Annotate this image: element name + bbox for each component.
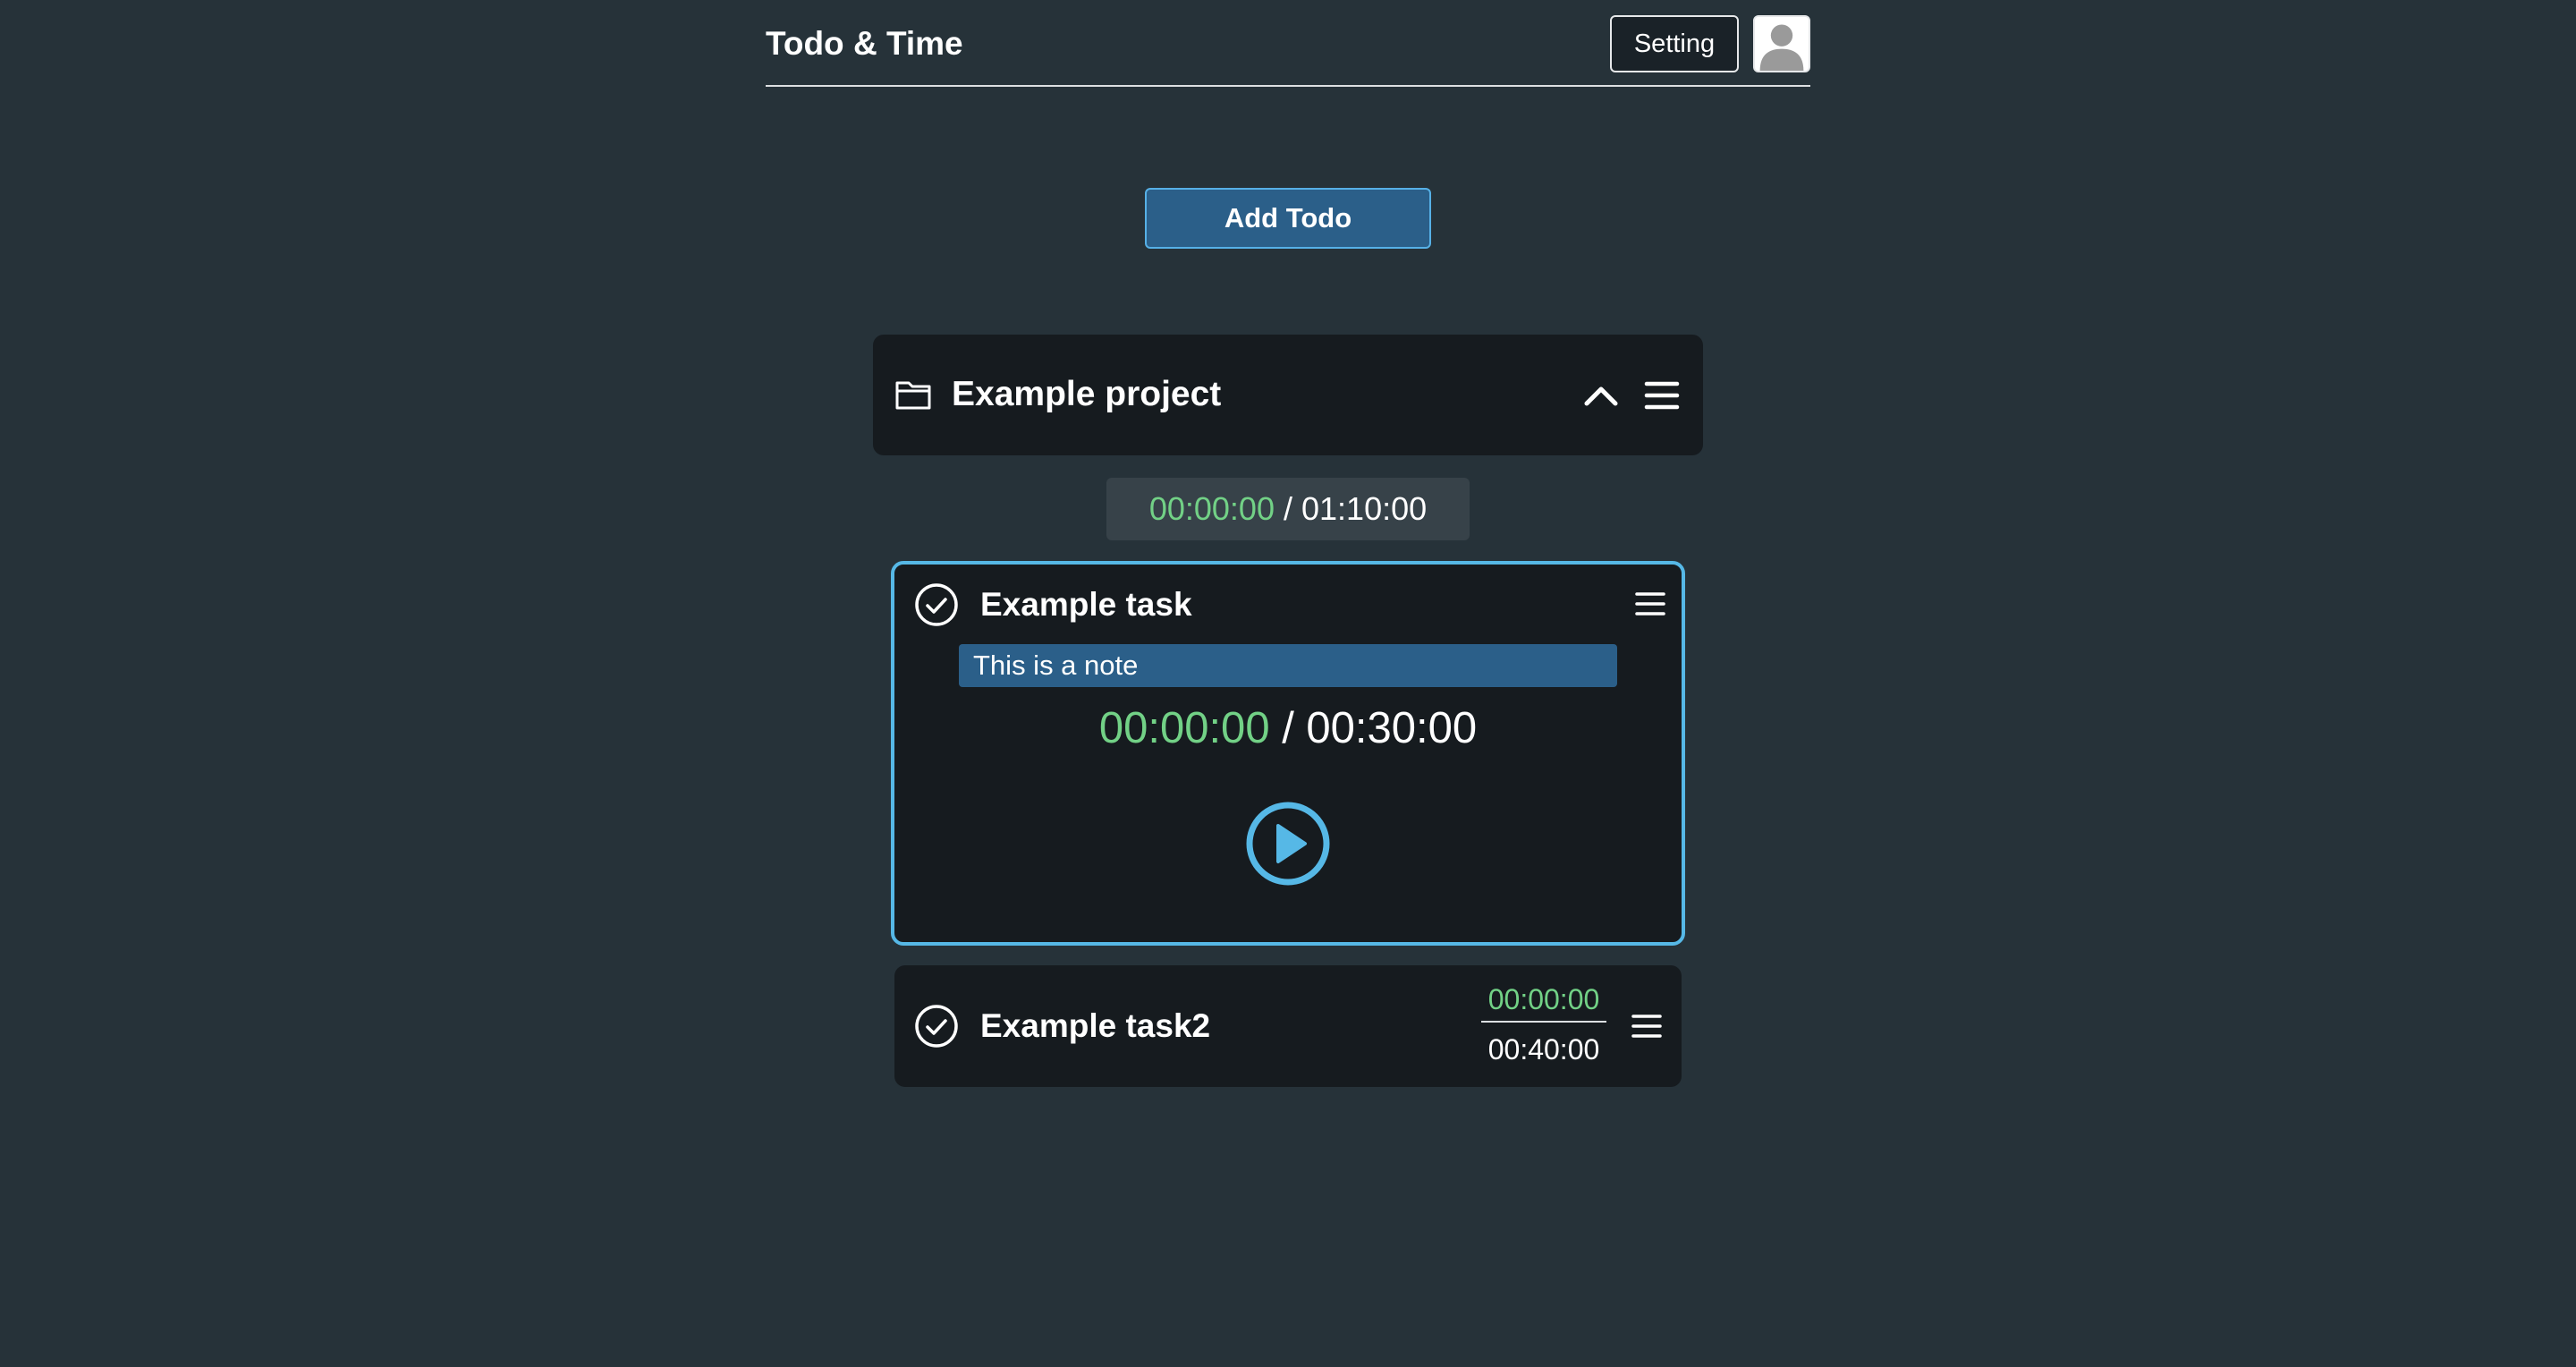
project-time: 00:00:00 / 01:10:00 xyxy=(1106,478,1470,540)
task-title: Example task2 xyxy=(980,1007,1211,1044)
task-card[interactable]: Example task2 00:00:00 00:40:00 xyxy=(894,965,1682,1087)
setting-button[interactable]: Setting xyxy=(1610,15,1739,72)
app-window: Todo & Time Setting Add Todo Example pro… xyxy=(0,0,2576,1367)
project-time-spent: 00:00:00 xyxy=(1148,490,1275,527)
project-title: Example project xyxy=(952,375,1222,413)
header: Todo & Time Setting xyxy=(766,0,1810,87)
task-time: 00:00:00 / 00:30:00 xyxy=(894,701,1682,755)
play-icon xyxy=(1246,802,1330,886)
chevron-up-icon[interactable] xyxy=(1583,378,1619,413)
add-todo-button[interactable]: Add Todo xyxy=(1145,188,1431,249)
task-menu-icon[interactable] xyxy=(1635,589,1665,619)
task-time: 00:00:00 00:40:00 xyxy=(1481,981,1606,1067)
task-card-active[interactable]: Example task This is a note 00:00:00 / 0… xyxy=(891,561,1685,946)
play-button[interactable] xyxy=(1245,801,1331,887)
task-menu-icon[interactable] xyxy=(1631,1011,1662,1041)
check-circle-icon[interactable] xyxy=(914,582,959,627)
menu-icon[interactable] xyxy=(1644,378,1680,413)
folder-icon xyxy=(894,376,932,413)
task-time-total: 00:40:00 xyxy=(1487,1033,1600,1066)
app-title: Todo & Time xyxy=(766,25,963,62)
user-avatar-icon[interactable] xyxy=(1753,15,1810,72)
task-time-spent: 00:00:00 xyxy=(1098,704,1270,752)
task-time-spent: 00:00:00 xyxy=(1481,981,1606,1023)
project-time-total: / 01:10:00 xyxy=(1284,490,1428,527)
task-note[interactable]: This is a note xyxy=(959,644,1617,687)
task-time-total: / 00:30:00 xyxy=(1282,704,1478,752)
task-title: Example task xyxy=(980,586,1192,623)
check-circle-icon[interactable] xyxy=(914,1004,959,1049)
project-header: Example project xyxy=(873,335,1703,455)
